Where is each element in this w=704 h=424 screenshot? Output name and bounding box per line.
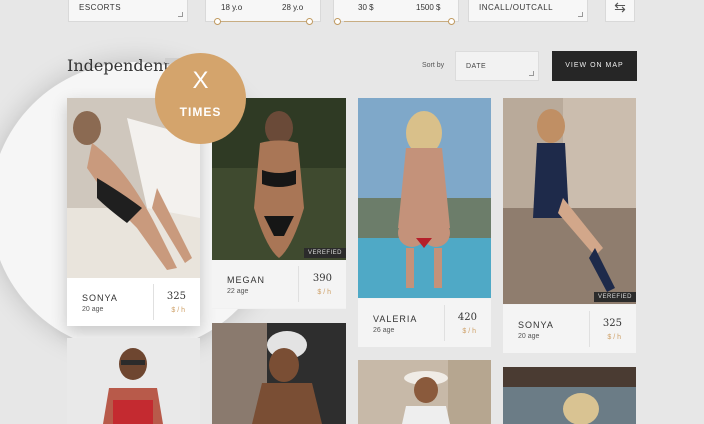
profile-photo [67,338,200,424]
page: ESCORTS 18 y.o 28 y.o 30 $ 1500 $ INCALL… [0,0,704,424]
age-max-handle[interactable] [306,18,313,25]
profile-info: SONYA 20 age 325 $ / h [503,305,636,353]
profile-photo [358,360,491,424]
service-value: INCALL/OUTCALL [479,3,554,12]
info-divider [589,311,590,347]
category-value: ESCORTS [79,3,122,12]
price-min-handle[interactable] [334,18,341,25]
info-divider [298,266,299,302]
profile-price: 325 [166,291,186,302]
profile-age: 20 age [518,333,540,340]
profile-card[interactable] [358,360,491,424]
price-unit: $ / h [317,289,331,296]
promo-letter: X [192,67,209,94]
profile-age: 20 age [82,306,104,313]
price-unit: $ / h [607,334,621,341]
profile-card[interactable] [67,338,200,424]
view-on-map-button[interactable]: VIEW ON MAP [552,51,637,81]
price-unit: $ / h [462,328,476,335]
profile-info: MEGAN 22 age 390 $ / h [212,260,346,308]
price-max-handle[interactable] [448,18,455,25]
promo-word: TIMES [179,105,222,119]
dropdown-corner-icon [578,12,583,17]
sort-label: Sort by [422,62,445,69]
price-range-track [344,21,448,22]
profile-card[interactable]: VEREFIED SONYA 20 age 325 $ / h [503,98,636,353]
age-min-value: 18 y.o [221,3,243,12]
verified-badge: VEREFIED [303,248,346,258]
info-divider [153,284,154,320]
sort-select[interactable]: DATE [455,51,539,81]
profile-age: 26 age [373,327,395,334]
profile-photo [503,98,636,304]
category-select[interactable]: ESCORTS [68,0,188,22]
profile-name: MEGAN [227,275,266,285]
dropdown-corner-icon [529,71,534,76]
price-unit: $ / h [171,307,185,314]
profile-age: 22 age [227,288,249,295]
age-min-handle[interactable] [214,18,221,25]
price-max-value: 1500 $ [416,3,441,12]
sort-value: DATE [466,63,487,70]
profile-card[interactable] [503,367,636,424]
profile-name: SONYA [82,293,118,303]
profile-name: VALERIA [373,314,418,324]
promo-times-badge[interactable]: X TIMES [155,53,246,144]
profile-photo [503,367,636,424]
profile-price: 390 [312,273,332,284]
profile-info: SONYA 20 age 325 $ / h [67,278,200,326]
profile-card[interactable]: VALERIA 26 age 420 $ / h [358,98,491,347]
service-select[interactable]: INCALL/OUTCALL [468,0,588,22]
verified-badge: VEREFIED [593,292,636,302]
age-max-value: 28 y.o [282,3,304,12]
age-range-track [216,21,310,22]
sliders-icon-button[interactable]: ⇆ [605,0,635,22]
info-divider [444,305,445,341]
profile-photo [358,98,491,298]
profile-photo [212,323,346,424]
profile-price: 325 [602,318,622,329]
sliders-icon: ⇆ [614,0,626,15]
price-min-value: 30 $ [358,3,374,12]
profile-info: VALERIA 26 age 420 $ / h [358,299,491,347]
profile-price: 420 [457,312,477,323]
price-range-slider[interactable]: 30 $ 1500 $ [333,0,459,25]
dropdown-corner-icon [178,12,183,17]
profile-name: SONYA [518,320,554,330]
profile-card[interactable] [212,323,346,424]
age-range-slider[interactable]: 18 y.o 28 y.o [205,0,321,25]
